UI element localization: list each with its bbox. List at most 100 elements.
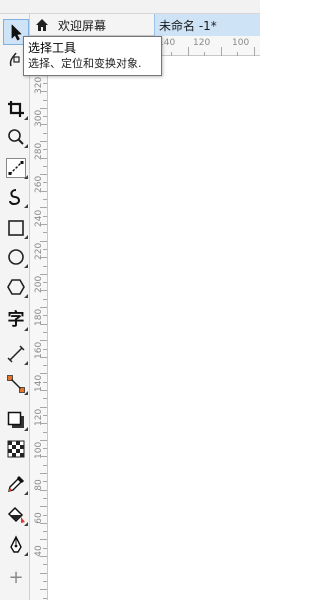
- ruler-tick: [43, 498, 47, 499]
- tab-welcome-screen[interactable]: 欢迎屏幕: [32, 14, 154, 36]
- interactive-fill-tool-button[interactable]: [3, 502, 29, 528]
- tab-welcome-label: 欢迎屏幕: [58, 18, 107, 33]
- flyout-indicator: [24, 552, 28, 556]
- ruler-tick: [43, 581, 47, 582]
- ruler-tick: [43, 365, 47, 366]
- artistic-brush-icon: [9, 189, 20, 206]
- ruler-tick: [40, 290, 47, 291]
- ruler-tick: [40, 158, 47, 159]
- ruler-tick: [40, 473, 47, 474]
- ruler-tick: [43, 216, 47, 217]
- flyout-indicator: [24, 491, 28, 495]
- top-strip: [0, 0, 260, 14]
- ruler-tick: [43, 415, 47, 416]
- ruler-tick: [40, 523, 47, 524]
- ruler-tick: [40, 91, 47, 92]
- corel-window: 欢迎屏幕 未命名 -1* 140 120 100 字 + 320 300 280…: [0, 0, 260, 600]
- ellipse-icon: [8, 249, 24, 265]
- bezier-line-icon: [6, 158, 26, 178]
- crop-icon: [8, 101, 24, 117]
- text-tool-glyph: 字: [7, 310, 25, 330]
- rectangle-icon: [8, 220, 24, 236]
- ruler-tick: [40, 224, 47, 225]
- ruler-tick: [40, 506, 47, 507]
- ruler-tick: [40, 174, 47, 175]
- ruler-tick: [43, 315, 47, 316]
- ruler-tick: [43, 266, 47, 267]
- rectangle-tool-button[interactable]: [3, 215, 29, 241]
- hexagon-icon: [7, 279, 25, 295]
- transparency-tool-button[interactable]: [3, 436, 29, 462]
- ruler-tick: [40, 257, 47, 258]
- ruler-tick: [40, 241, 47, 242]
- toolbox: 字 +: [0, 14, 30, 600]
- flyout-indicator: [24, 294, 28, 298]
- flyout-indicator: [24, 522, 28, 526]
- parallel-dimension-tool-button[interactable]: [3, 341, 29, 367]
- flyout-indicator: [24, 175, 28, 179]
- eyedropper-icon: [8, 475, 25, 492]
- crop-tool-button[interactable]: [3, 96, 29, 122]
- flyout-indicator: [24, 144, 28, 148]
- ellipse-tool-button[interactable]: [3, 244, 29, 270]
- magnifier-icon: [8, 129, 24, 145]
- checkerboard-icon: [7, 440, 25, 458]
- ruler-tick: [40, 440, 47, 441]
- tooltip-description: 选择、定位和变换对象.: [28, 57, 142, 70]
- ruler-tick: [43, 133, 47, 134]
- ruler-tick: [40, 423, 47, 424]
- ruler-tick: [40, 357, 47, 358]
- ruler-tick: [40, 191, 47, 192]
- ruler-tick: [43, 515, 47, 516]
- ruler-tick: [40, 539, 47, 540]
- drop-shadow-icon: [7, 411, 24, 428]
- ruler-tick: [43, 481, 47, 482]
- add-icon: +: [8, 567, 24, 588]
- vertical-ruler[interactable]: 320 300 280 260 240 220 200 180 160 140 …: [30, 56, 48, 600]
- ruler-tick: [43, 299, 47, 300]
- ruler-tick: [40, 456, 47, 457]
- ruler-tick: [43, 531, 47, 532]
- flyout-indicator: [24, 204, 28, 208]
- tooltip-title: 选择工具: [28, 41, 77, 55]
- ruler-tick: [43, 382, 47, 383]
- flyout-indicator: [24, 116, 28, 120]
- eyedropper-tool-button[interactable]: [3, 471, 29, 497]
- drawing-canvas[interactable]: [48, 56, 260, 600]
- ruler-tick: [40, 324, 47, 325]
- flyout-indicator: [24, 391, 28, 395]
- flyout-indicator: [24, 327, 28, 331]
- ruler-tick: [43, 116, 47, 117]
- ruler-tick: [40, 407, 47, 408]
- pen-nib-icon: [10, 535, 22, 553]
- ruler-tick: [43, 282, 47, 283]
- ruler-tick: [43, 199, 47, 200]
- polygon-tool-button[interactable]: [3, 274, 29, 300]
- home-icon: [32, 15, 52, 35]
- connector-tool-button[interactable]: [3, 371, 29, 397]
- ruler-tick: [40, 274, 47, 275]
- flyout-indicator: [24, 361, 28, 365]
- zoom-tool-button[interactable]: [3, 124, 29, 150]
- ruler-tick: [40, 207, 47, 208]
- flyout-indicator: [24, 235, 28, 239]
- ruler-label: 100: [232, 38, 250, 48]
- quick-customize-button[interactable]: +: [3, 565, 29, 591]
- freehand-tool-button[interactable]: [3, 155, 29, 181]
- ruler-tick: [40, 124, 47, 125]
- ruler-tick: [43, 465, 47, 466]
- ruler-label: 120: [193, 38, 211, 48]
- tab-document[interactable]: 未命名 -1*: [154, 14, 260, 36]
- ruler-tick: [43, 448, 47, 449]
- document-tab-bar: 欢迎屏幕 未命名 -1*: [30, 14, 260, 36]
- ruler-tick: [40, 573, 47, 574]
- drop-shadow-tool-button[interactable]: [3, 407, 29, 433]
- ruler-tick: [43, 349, 47, 350]
- smart-fill-tool-button[interactable]: [3, 532, 29, 558]
- text-tool-button[interactable]: 字: [3, 307, 29, 333]
- paint-bucket-icon: [7, 506, 25, 523]
- artistic-media-tool-button[interactable]: [3, 184, 29, 210]
- connector-icon: [7, 375, 25, 393]
- ruler-tick: [43, 249, 47, 250]
- ruler-tick: [40, 141, 47, 142]
